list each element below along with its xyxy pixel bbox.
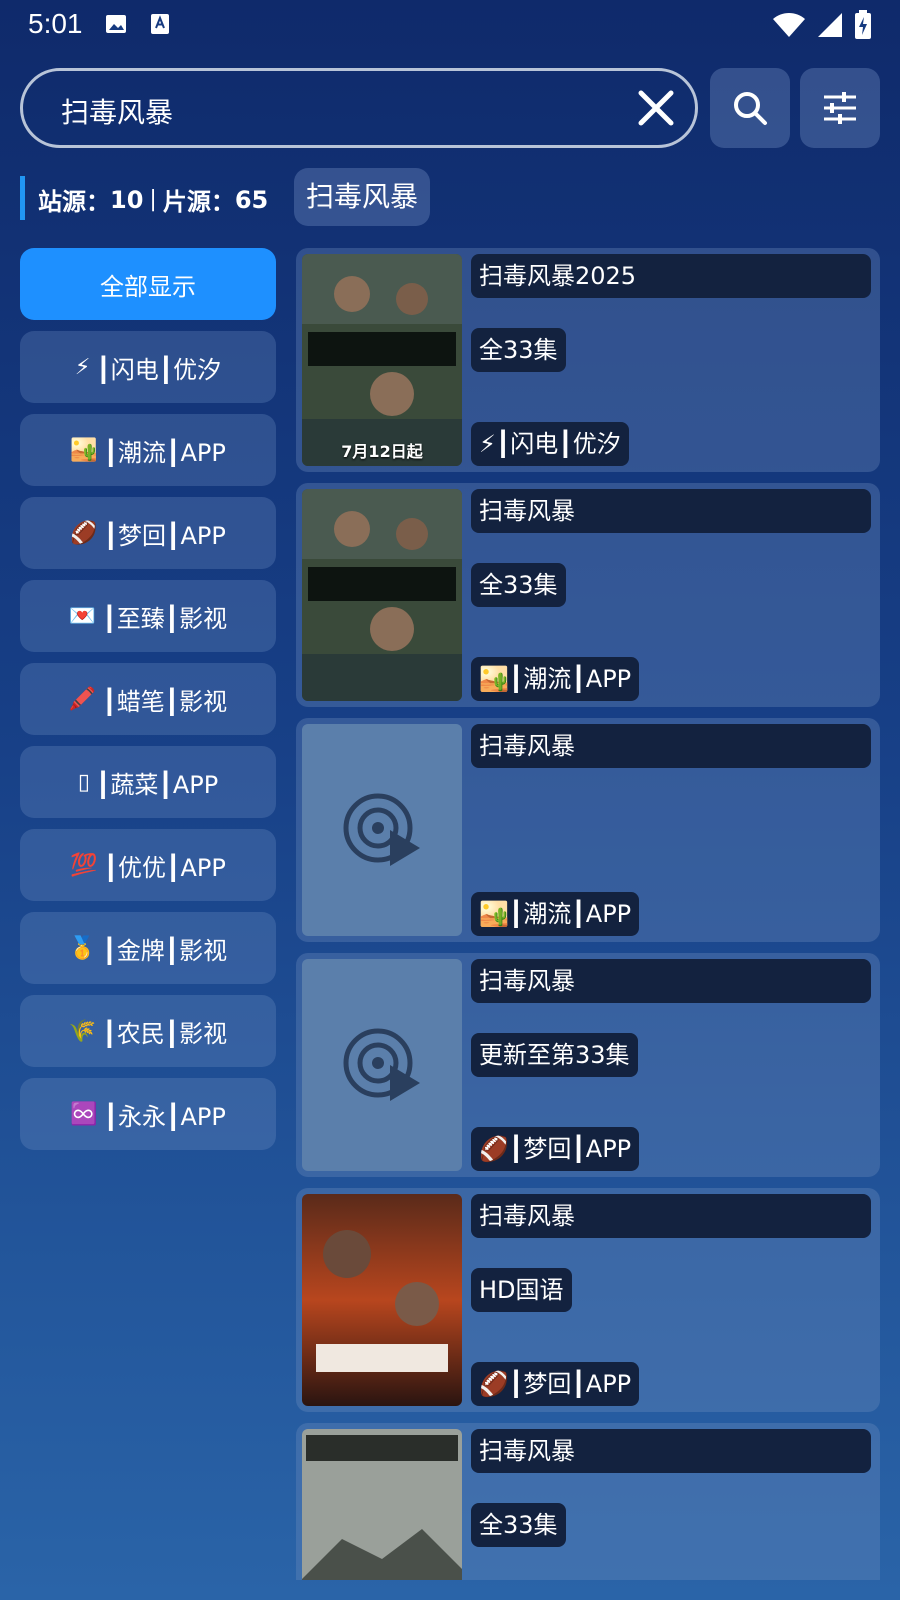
rice-icon: 🌾 [68,1018,97,1044]
site-count: 10 [110,185,144,214]
source-filter-list: 全部显示 ⚡ ┃闪电┃优汐 🏜️ ┃潮流┃APP 🏈 ┃梦回┃APP 💌 ┃至臻… [20,248,276,1161]
poster-image [302,1429,462,1580]
cactus-icon: 🏜️ [70,437,98,463]
result-title: 扫毒风暴2025 [471,254,871,298]
result-episode: 全33集 [471,328,566,372]
filter-item-all[interactable]: 全部显示 [20,248,276,320]
filter-item-label: ┃潮流┃APP [103,438,226,467]
poster-image: 7月12日起 [302,254,462,466]
search-input[interactable]: 扫毒风暴 [20,68,698,148]
result-source: 🏈┃梦回┃APP [471,1362,640,1406]
filter-item[interactable]: 🥇 ┃金牌┃影视 [20,912,276,984]
signal-icon [818,13,842,37]
filter-item[interactable]: 💌 ┃至臻┃影视 [20,580,276,652]
poster-image [302,489,462,701]
poster-caption: 7月12日起 [341,442,423,461]
result-title: 扫毒风暴 [471,489,871,533]
film-count: 65 [234,185,269,214]
stats-separator: | [149,187,157,212]
love-letter-icon: 💌 [68,603,97,629]
wifi-icon [773,13,805,37]
result-card[interactable]: 扫毒风暴 全33集 🏜️┃潮流┃APP [296,483,880,707]
source-stats: 站源： 10 | 片源： 65 [38,182,268,217]
film-label: 片源： [162,188,235,216]
result-title: 扫毒风暴 [471,724,871,768]
status-bar: 5:01 [0,0,900,52]
result-source: 🏈┃梦回┃APP [471,1127,640,1171]
result-episode: 全33集 [471,1503,566,1547]
hundred-points-icon: 💯 [70,852,98,878]
filter-item-label: 全部显示 [100,272,196,301]
filter-item[interactable]: ⚡ ┃闪电┃优汐 [20,331,276,403]
result-episode: HD国语 [471,1268,572,1312]
filter-item[interactable]: 🏜️ ┃潮流┃APP [20,414,276,486]
search-icon [734,92,767,125]
poster-placeholder [302,959,462,1171]
filter-item[interactable]: 🏈 ┃梦回┃APP [20,497,276,569]
result-card[interactable]: 扫毒风暴 🏜️┃潮流┃APP [296,718,880,942]
crayon-icon: 🖍️ [68,686,97,712]
poster-placeholder [302,724,462,936]
image-icon [106,15,126,33]
video-placeholder-icon [343,793,420,866]
result-title: 扫毒风暴 [471,959,871,1003]
filter-item-label: ┃蜡笔┃影视 [102,687,228,716]
lightning-icon: ⚡ [74,354,91,380]
site-label: 站源： [38,188,110,216]
close-icon[interactable] [635,87,677,129]
status-indicators [772,10,872,40]
football-icon: 🏈 [70,520,98,546]
status-time: 5:01 [28,8,83,39]
filter-item-label: ┃永永┃APP [103,1102,226,1131]
result-source: 🏜️┃潮流┃APP [471,657,640,701]
result-card[interactable]: 扫毒风暴 更新至第33集 🏈┃梦回┃APP [296,953,880,1177]
filter-item-label: ┃至臻┃影视 [102,604,228,633]
stats-accent-bar [20,176,25,220]
gold-medal-icon: 🥇 [68,935,97,961]
filter-item[interactable]: 💯 ┃优优┃APP [20,829,276,901]
video-placeholder-icon [343,1028,420,1101]
result-title: 扫毒风暴 [471,1194,871,1238]
result-card[interactable]: 扫毒风暴 HD国语 🏈┃梦回┃APP [296,1188,880,1412]
keyword-chip[interactable]: 扫毒风暴 [294,168,431,226]
results-list: 7月12日起 扫毒风暴2025 全33集 ⚡┃闪电┃优汐 扫毒风暴 全33集 🏜… [296,248,880,1580]
filter-item[interactable]: 🖍️ ┃蜡笔┃影视 [20,663,276,735]
result-episode: 全33集 [471,563,566,607]
search-button[interactable] [710,68,790,148]
result-source: 🏜️┃潮流┃APP [471,892,640,936]
filter-item[interactable]: ♾️ ┃永永┃APP [20,1078,276,1150]
tune-icon [824,92,856,124]
filter-item-label: ┃蔬菜┃APP [95,770,219,799]
filter-item-label: ┃闪电┃优汐 [96,355,222,384]
infinity-icon: ♾️ [70,1101,98,1127]
search-query-text: 扫毒风暴 [61,96,174,129]
text-app-icon [151,14,169,34]
filter-item[interactable]: ▯ ┃蔬菜┃APP [20,746,276,818]
result-card[interactable]: 扫毒风暴 全33集 [296,1423,880,1580]
result-title: 扫毒风暴 [471,1429,871,1473]
filter-item-label: ┃金牌┃影视 [102,936,228,965]
poster-image [302,1194,462,1406]
missing-glyph-icon: ▯ [77,769,90,795]
result-source: ⚡┃闪电┃优汐 [471,422,629,466]
filter-item[interactable]: 🌾 ┃农民┃影视 [20,995,276,1067]
filter-item-label: ┃优优┃APP [103,853,226,882]
result-card[interactable]: 7月12日起 扫毒风暴2025 全33集 ⚡┃闪电┃优汐 [296,248,880,472]
result-episode: 更新至第33集 [471,1033,638,1077]
filter-button[interactable] [800,68,880,148]
filter-item-label: ┃农民┃影视 [102,1019,228,1048]
battery-icon [855,10,871,39]
filter-item-label: ┃梦回┃APP [103,521,226,550]
